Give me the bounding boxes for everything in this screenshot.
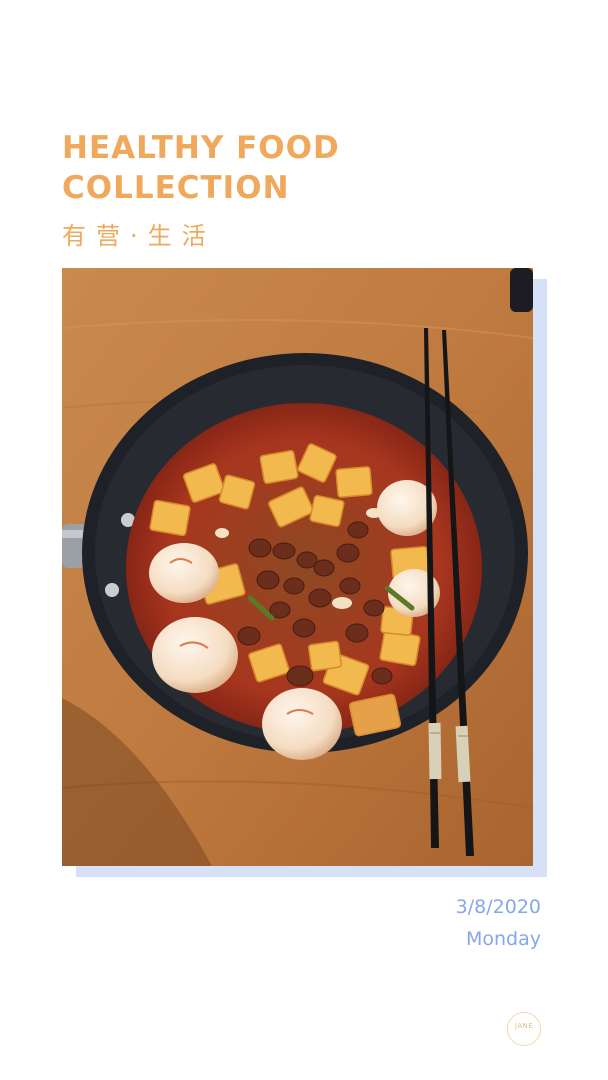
cup-corner — [510, 268, 533, 312]
title-line-1: HEALTHY FOOD — [62, 130, 340, 166]
food-photo — [62, 268, 533, 866]
title-line-2: COLLECTION — [62, 170, 290, 206]
weekday-label: Monday — [465, 928, 541, 950]
date-label: 3/8/2020 — [455, 896, 541, 918]
jane-logo-badge: JANE — [507, 1012, 541, 1046]
page-title: HEALTHY FOOD COLLECTION — [62, 128, 340, 208]
page-subtitle: 有营·生活 — [62, 222, 216, 250]
logo-text: JANE — [514, 1022, 534, 1030]
story-page: HEALTHY FOOD COLLECTION 有营·生活 3/8/2020 M… — [0, 0, 608, 1080]
food-photo-illustration — [62, 268, 533, 866]
